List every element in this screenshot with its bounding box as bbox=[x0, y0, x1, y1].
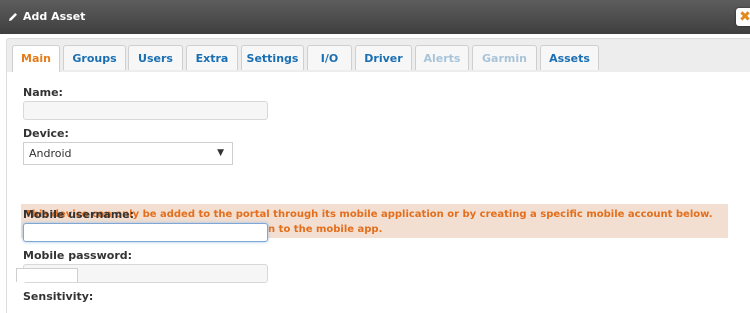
device-selected-value: Android bbox=[29, 147, 72, 160]
close-button[interactable]: ✖ bbox=[736, 8, 750, 26]
dialog-titlebar: Add Asset ✖ bbox=[0, 0, 750, 34]
name-field[interactable] bbox=[23, 101, 268, 120]
mobile-username-label: Mobile username: bbox=[23, 208, 135, 221]
tab-driver[interactable]: Driver bbox=[355, 45, 412, 70]
tab-groups[interactable]: Groups bbox=[63, 45, 126, 70]
tab-bar: Main Groups Users Extra Settings I/O Dri… bbox=[6, 38, 750, 74]
mobile-username-field[interactable] bbox=[23, 223, 268, 242]
pencil-icon bbox=[9, 13, 17, 21]
close-icon: ✖ bbox=[739, 9, 750, 25]
tab-assets[interactable]: Assets bbox=[540, 45, 599, 70]
tab-settings[interactable]: Settings bbox=[241, 45, 304, 70]
device-label: Device: bbox=[23, 127, 69, 140]
mobile-password-label: Mobile password: bbox=[23, 249, 133, 262]
dropdown-arrow-icon: ▼ bbox=[217, 148, 224, 158]
main-tab-panel: Name: Device: Android ▼ This device can … bbox=[6, 72, 750, 313]
tab-garmin: Garmin bbox=[472, 45, 537, 70]
tab-extra[interactable]: Extra bbox=[186, 45, 238, 70]
device-select[interactable]: Android ▼ bbox=[23, 142, 233, 165]
tab-users[interactable]: Users bbox=[128, 45, 183, 70]
dialog-body: Main Groups Users Extra Settings I/O Dri… bbox=[0, 34, 750, 313]
tab-main[interactable]: Main bbox=[12, 45, 60, 74]
tab-alerts: Alerts bbox=[415, 45, 469, 70]
name-label: Name: bbox=[23, 86, 63, 99]
sensitivity-select[interactable] bbox=[16, 268, 78, 282]
sensitivity-label: Sensitivity: bbox=[23, 290, 94, 303]
dialog-title: Add Asset bbox=[23, 10, 86, 23]
tab-io[interactable]: I/O bbox=[307, 45, 352, 70]
